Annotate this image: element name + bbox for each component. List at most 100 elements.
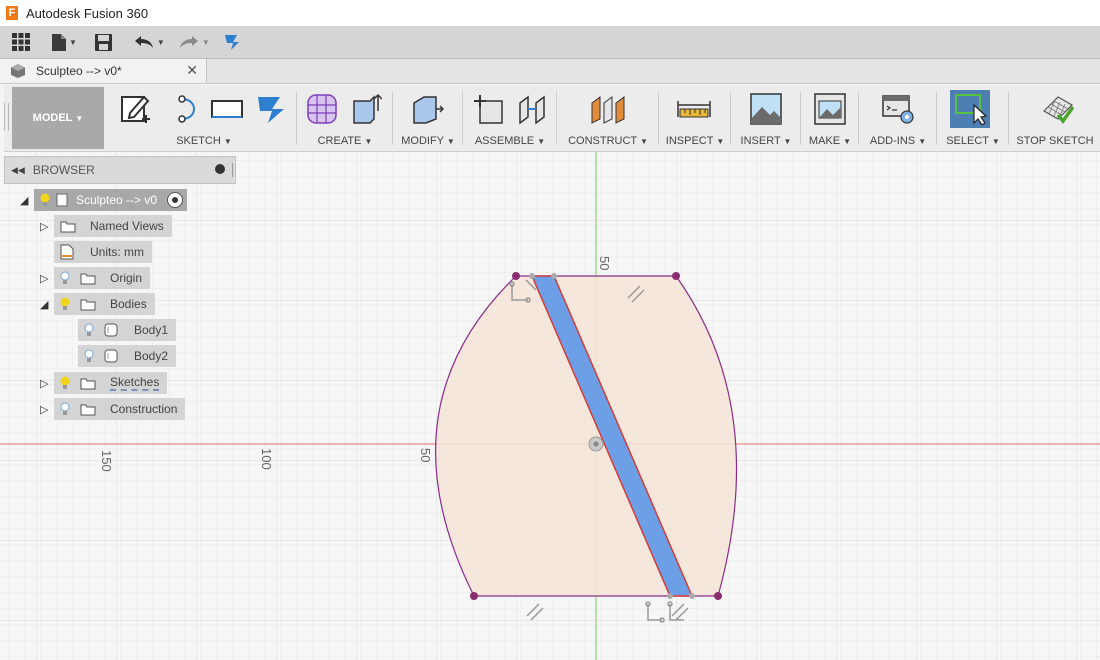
body1-node[interactable]: Body1 (78, 319, 177, 341)
browser-options-icon[interactable] (215, 164, 225, 174)
root-node-label: Sculpteo --> v0 (76, 193, 158, 207)
close-icon[interactable]: ✕ (186, 62, 198, 79)
file-menu-button[interactable]: ▼ (52, 29, 77, 55)
visibility-bulb-icon[interactable] (40, 193, 50, 207)
browser-item-body1[interactable]: Body1 (78, 319, 177, 341)
body1-label: Body1 (134, 323, 169, 337)
ribbon-separator (730, 91, 731, 145)
scripts-addins-icon (882, 95, 914, 124)
fusion-logo-icon: F (6, 6, 18, 20)
arc-icon (178, 95, 195, 123)
make-group[interactable]: MAKE ▼ (804, 85, 856, 151)
sketch-group[interactable]: SKETCH ▼ (114, 85, 294, 151)
body2-node[interactable]: Body2 (78, 345, 177, 367)
collapsed-arrow-icon[interactable]: ▷ (40, 377, 54, 390)
expanded-arrow-icon[interactable]: ◢ (40, 298, 54, 311)
chevron-down-icon: ▼ (843, 137, 852, 146)
file-icon (52, 33, 66, 51)
measure-icon (677, 101, 711, 118)
document-tab[interactable]: Sculpteo --> v0* ✕ (0, 59, 207, 83)
sketch-point[interactable] (551, 273, 557, 279)
visibility-bulb-icon[interactable] (60, 402, 70, 416)
origin-label: Origin (110, 271, 143, 285)
3d-print-icon (814, 93, 846, 125)
sketches-node[interactable]: Sketches (54, 372, 168, 394)
browser-item-construction[interactable]: ▷ Construction (40, 398, 186, 420)
collapsed-arrow-icon[interactable]: ▷ (40, 403, 54, 416)
select-group[interactable]: SELECT ▼ (940, 85, 1006, 151)
chevron-down-icon: ▼ (991, 137, 1000, 146)
make-group-label: MAKE ▼ (808, 135, 852, 147)
browser-item-named-views[interactable]: ▷ Named Views (40, 215, 172, 237)
collapsed-arrow-icon[interactable]: ▷ (40, 220, 54, 233)
sketch-point[interactable] (672, 272, 680, 280)
redo-button[interactable]: ▼ (179, 29, 210, 55)
construct-group[interactable]: CONSTRUCT ▼ (560, 85, 656, 151)
design-cube-icon (11, 64, 25, 78)
units-node[interactable]: Units: mm (54, 241, 152, 263)
title-bar: F Autodesk Fusion 360 (0, 0, 1100, 26)
toolbar-ribbon: MODEL ▼ SKETCH ▼ CREATE ▼ MODIFY ▼ ASSEM… (4, 85, 1100, 152)
dimension-label: 50 (418, 448, 433, 462)
select-group-label: SELECT ▼ (946, 135, 1000, 147)
undo-button[interactable]: ▼ (134, 29, 165, 55)
chevron-down-icon: ▼ (716, 137, 725, 146)
ribbon-separator (658, 91, 659, 145)
body-icon (104, 323, 118, 337)
stop-sketch-label: STOP SKETCH (1016, 135, 1094, 147)
insert-group[interactable]: INSERT ▼ (734, 85, 798, 151)
browser-item-bodies[interactable]: ◢ Bodies (40, 293, 155, 315)
collapsed-arrow-icon[interactable]: ▷ (40, 272, 54, 285)
browser-item-sketches[interactable]: ▷ Sketches (40, 372, 168, 394)
stop-sketch-button[interactable]: STOP SKETCH (1010, 85, 1100, 151)
workspace-switcher[interactable]: MODEL ▼ (12, 87, 104, 149)
visibility-bulb-icon[interactable] (60, 271, 70, 285)
addins-group[interactable]: ADD-INS ▼ (862, 85, 934, 151)
sketch-point[interactable] (689, 593, 695, 599)
visibility-bulb-icon[interactable] (60, 376, 70, 390)
bodies-node[interactable]: Bodies (54, 293, 155, 315)
construct-group-label: CONSTRUCT ▼ (568, 135, 648, 147)
sketch-profile[interactable] (435, 275, 738, 597)
modify-group-label: MODIFY ▼ (401, 135, 455, 147)
browser-item-units[interactable]: Units: mm (54, 241, 152, 263)
assemble-group[interactable]: ASSEMBLE ▼ (466, 85, 554, 151)
sketch-point[interactable] (714, 592, 722, 600)
chevron-down-icon: ▼ (69, 37, 77, 47)
data-panel-button[interactable] (12, 29, 30, 55)
named-views-node[interactable]: Named Views (54, 215, 172, 237)
fusion-team-button[interactable] (224, 29, 242, 55)
sketch-point[interactable] (470, 592, 478, 600)
sketch-point[interactable] (667, 593, 673, 599)
activate-radio-icon[interactable] (167, 192, 184, 208)
ribbon-separator (800, 91, 801, 145)
origin-node[interactable]: Origin (54, 267, 151, 289)
document-settings-icon (60, 244, 74, 260)
collapse-panel-icon[interactable]: ◀◀ (11, 165, 25, 176)
chevron-down-icon: ▼ (783, 137, 792, 146)
sketch-group-label: SKETCH ▼ (176, 135, 232, 147)
browser-item-body2[interactable]: Body2 (78, 345, 177, 367)
construction-node[interactable]: Construction (54, 398, 186, 420)
quick-access-toolbar: ▼ ▼ ▼ (0, 26, 1100, 59)
sketch-point[interactable] (529, 273, 535, 279)
inspect-group[interactable]: INSPECT ▼ (662, 85, 728, 151)
create-group[interactable]: CREATE ▼ (300, 85, 390, 151)
assemble-group-label: ASSEMBLE ▼ (474, 135, 546, 147)
sketch-point[interactable] (512, 272, 520, 280)
visibility-bulb-icon[interactable] (84, 323, 94, 337)
document-tab-label: Sculpteo --> v0* (36, 64, 122, 78)
browser-header[interactable]: ◀◀ BROWSER (4, 156, 236, 184)
modify-group[interactable]: MODIFY ▼ (396, 85, 460, 151)
expanded-arrow-icon[interactable]: ◢ (20, 194, 34, 207)
visibility-bulb-icon[interactable] (60, 297, 70, 311)
folder-icon (80, 273, 96, 284)
browser-root-row[interactable]: ◢ Sculpteo --> v0 (20, 189, 188, 211)
browser-item-origin[interactable]: ▷ Origin (40, 267, 151, 289)
body2-label: Body2 (134, 349, 169, 363)
fusion-team-icon (224, 35, 239, 50)
create-form-icon (307, 94, 337, 124)
save-button[interactable] (94, 29, 112, 55)
root-node[interactable]: Sculpteo --> v0 (34, 189, 188, 211)
visibility-bulb-icon[interactable] (84, 349, 94, 363)
